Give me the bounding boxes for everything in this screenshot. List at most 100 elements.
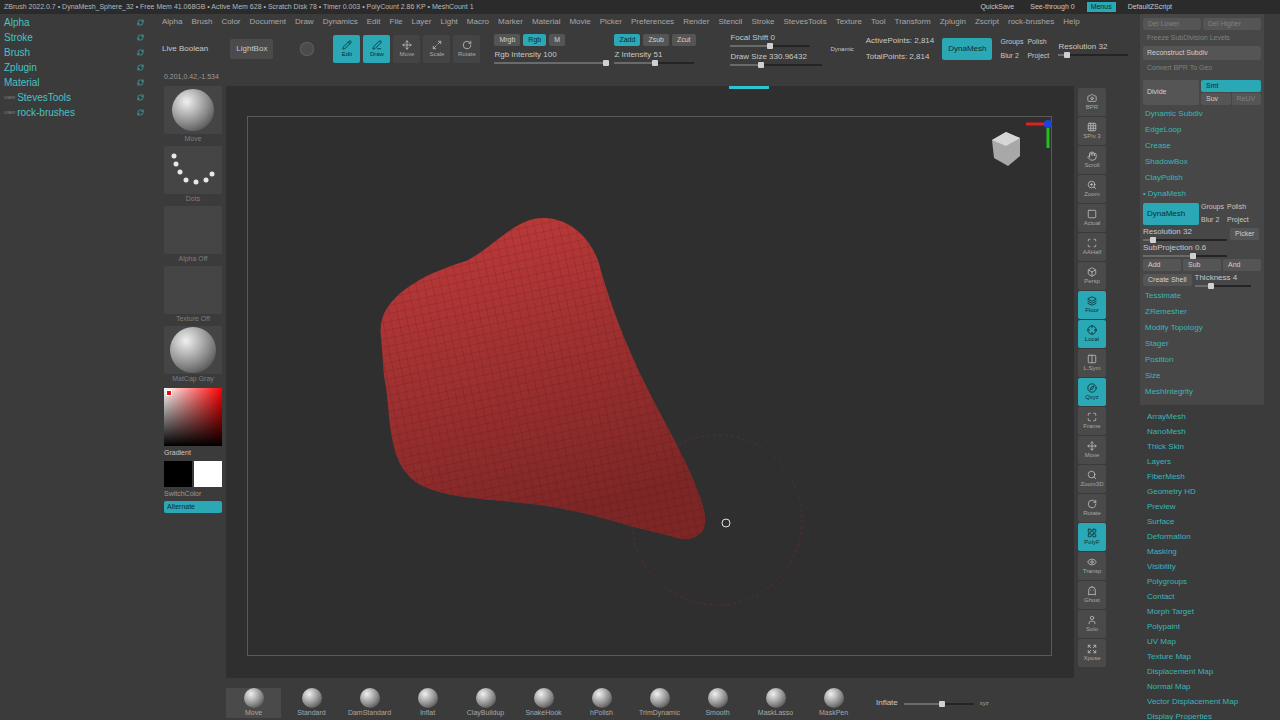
menu-item[interactable]: Layer	[411, 16, 431, 28]
refresh-icon[interactable]	[137, 19, 144, 26]
color-mode-button[interactable]: M	[549, 34, 565, 46]
subprojection-slider-track[interactable]	[1143, 255, 1227, 257]
subprojection-slider[interactable]: SubProjection 0.6	[1143, 243, 1227, 257]
dynamic-toggle[interactable]: Dynamic	[830, 45, 853, 54]
menu-item[interactable]: Preferences	[631, 16, 674, 28]
menu-item[interactable]: Help	[1063, 16, 1079, 28]
divide-button[interactable]: Divide	[1143, 80, 1199, 105]
resolution-slider[interactable]: Resolution 32	[1058, 42, 1128, 56]
view-button[interactable]: Move	[1078, 436, 1106, 464]
rgb-intensity-slider-thumb[interactable]	[603, 60, 609, 66]
tool-subpalette[interactable]: Vector Displacement Map	[1147, 694, 1264, 709]
dynamesh-resolution-slider[interactable]: Resolution 32	[1143, 227, 1227, 241]
dynamesh-option[interactable]: Project	[1027, 51, 1050, 62]
title-bar-button[interactable]: See-through 0	[1026, 2, 1078, 13]
refresh-icon[interactable]	[137, 49, 144, 56]
thickness-slider-thumb[interactable]	[1208, 283, 1214, 289]
create-shell-button[interactable]: Create Shell	[1143, 274, 1192, 286]
title-bar-button[interactable]: DefaultZScript	[1124, 2, 1176, 13]
menu-item[interactable]: Render	[683, 16, 709, 28]
subpalette-item[interactable]: Modify Topology	[1143, 320, 1261, 335]
geometry-button[interactable]: Convert BPR To Geo	[1143, 61, 1261, 75]
brush-button[interactable]: MaskLasso	[748, 688, 803, 718]
tray-item[interactable]: USERStevesTools	[0, 90, 160, 105]
view-button[interactable]: Actual	[1078, 204, 1106, 232]
view-button[interactable]: SPix 3	[1078, 117, 1106, 145]
draw-size-slider-track[interactable]	[730, 64, 822, 66]
view-button[interactable]: Transp	[1078, 552, 1106, 580]
subpalette-item[interactable]: Dynamic Subdiv	[1143, 106, 1261, 121]
timeline-marker[interactable]	[729, 86, 769, 89]
tray-item[interactable]: Alpha	[0, 15, 160, 30]
view-button[interactable]: Zoom3D	[1078, 465, 1106, 493]
dynamesh-palette-option[interactable]: Blur 2	[1201, 215, 1224, 226]
menu-item[interactable]: Draw	[295, 16, 314, 28]
dynamesh-resolution-slider-track[interactable]	[1143, 239, 1227, 241]
brush-button[interactable]: MaskPen	[806, 688, 861, 718]
subpalette-item[interactable]: Stager	[1143, 336, 1261, 351]
menu-item[interactable]: Zscript	[975, 16, 999, 28]
thumbnail-slot[interactable]: Move	[164, 86, 222, 144]
menu-item[interactable]: StevesTools	[784, 16, 827, 28]
refresh-icon[interactable]	[137, 79, 144, 86]
view-button[interactable]: Xpose	[1078, 639, 1106, 667]
dynamesh-header[interactable]: •DynaMesh	[1143, 186, 1261, 201]
menu-item[interactable]: Transform	[895, 16, 931, 28]
dynamesh-palette-option[interactable]: Project	[1227, 215, 1250, 226]
tray-item[interactable]: USERrock-brushes	[0, 105, 160, 120]
brush-button[interactable]: Smooth	[690, 688, 745, 718]
tool-subpalette[interactable]: Thick Skin	[1147, 439, 1264, 454]
dynamesh-option[interactable]: Polish	[1027, 37, 1050, 48]
circle-icon[interactable]	[299, 41, 315, 57]
title-bar-button[interactable]: Menus	[1087, 2, 1116, 13]
picker-button[interactable]: Picker	[1230, 228, 1259, 240]
lightbox-button[interactable]: LightBox	[230, 39, 273, 59]
z-mode-button[interactable]: Zadd	[614, 34, 640, 46]
focal-shift-slider-track[interactable]	[730, 45, 810, 47]
view-button[interactable]: AAHalf	[1078, 233, 1106, 261]
menu-item[interactable]: Stroke	[751, 16, 774, 28]
refresh-icon[interactable]	[137, 109, 144, 116]
refresh-icon[interactable]	[137, 94, 144, 101]
tool-subpalette[interactable]: Texture Map	[1147, 649, 1264, 664]
menu-item[interactable]: Material	[532, 16, 560, 28]
thickness-slider[interactable]: Thickness 4	[1195, 273, 1251, 287]
tool-subpalette[interactable]: Masking	[1147, 544, 1264, 559]
brush-button[interactable]: TrimDynamic	[632, 688, 687, 718]
color-picker[interactable]	[164, 388, 222, 446]
dynamesh-option[interactable]: Groups	[1000, 37, 1023, 48]
menu-item[interactable]: rock-brushes	[1008, 16, 1054, 28]
rgb-intensity-slider[interactable]: Rgb Intensity 100	[494, 50, 606, 64]
view-button[interactable]: Frame	[1078, 407, 1106, 435]
inflate-slider-thumb[interactable]	[939, 701, 945, 707]
tool-subpalette[interactable]: ArrayMesh	[1147, 409, 1264, 424]
brush-button[interactable]: DamStandard	[342, 688, 397, 718]
subpalette-item[interactable]: ShadowBox	[1143, 154, 1261, 169]
z-intensity-slider-thumb[interactable]	[652, 60, 658, 66]
view-button[interactable]: Rotate	[1078, 494, 1106, 522]
tool-subpalette[interactable]: UV Map	[1147, 634, 1264, 649]
menu-item[interactable]: Marker	[498, 16, 523, 28]
z-intensity-slider-track[interactable]	[614, 62, 694, 64]
view-button[interactable]: Ghost	[1078, 581, 1106, 609]
tool-subpalette[interactable]: Visibility	[1147, 559, 1264, 574]
brush-button[interactable]: ClayBuildup	[458, 688, 513, 718]
refresh-icon[interactable]	[137, 64, 144, 71]
subpalette-item[interactable]: MeshIntegrity	[1143, 384, 1261, 399]
subpalette-item[interactable]: Crease	[1143, 138, 1261, 153]
inflate-slider[interactable]	[904, 701, 974, 705]
menu-item[interactable]: Alpha	[162, 16, 182, 28]
transform-mode-button[interactable]: Move	[393, 35, 420, 63]
divide-option[interactable]: Smt	[1201, 80, 1261, 92]
view-button[interactable]: Local	[1078, 320, 1106, 348]
subpalette-item[interactable]: EdgeLoop	[1143, 122, 1261, 137]
thumbnail-slot[interactable]: MatCap Gray	[164, 326, 222, 384]
tray-item[interactable]: Stroke	[0, 30, 160, 45]
z-mode-button[interactable]: Zcut	[672, 34, 696, 46]
view-button[interactable]: PolyF	[1078, 523, 1106, 551]
tray-item[interactable]: Zplugin	[0, 60, 160, 75]
tool-subpalette[interactable]: Surface	[1147, 514, 1264, 529]
view-button[interactable]: Persp	[1078, 262, 1106, 290]
brush-button[interactable]: Standard	[284, 688, 339, 718]
brush-button[interactable]: Inflat	[400, 688, 455, 718]
